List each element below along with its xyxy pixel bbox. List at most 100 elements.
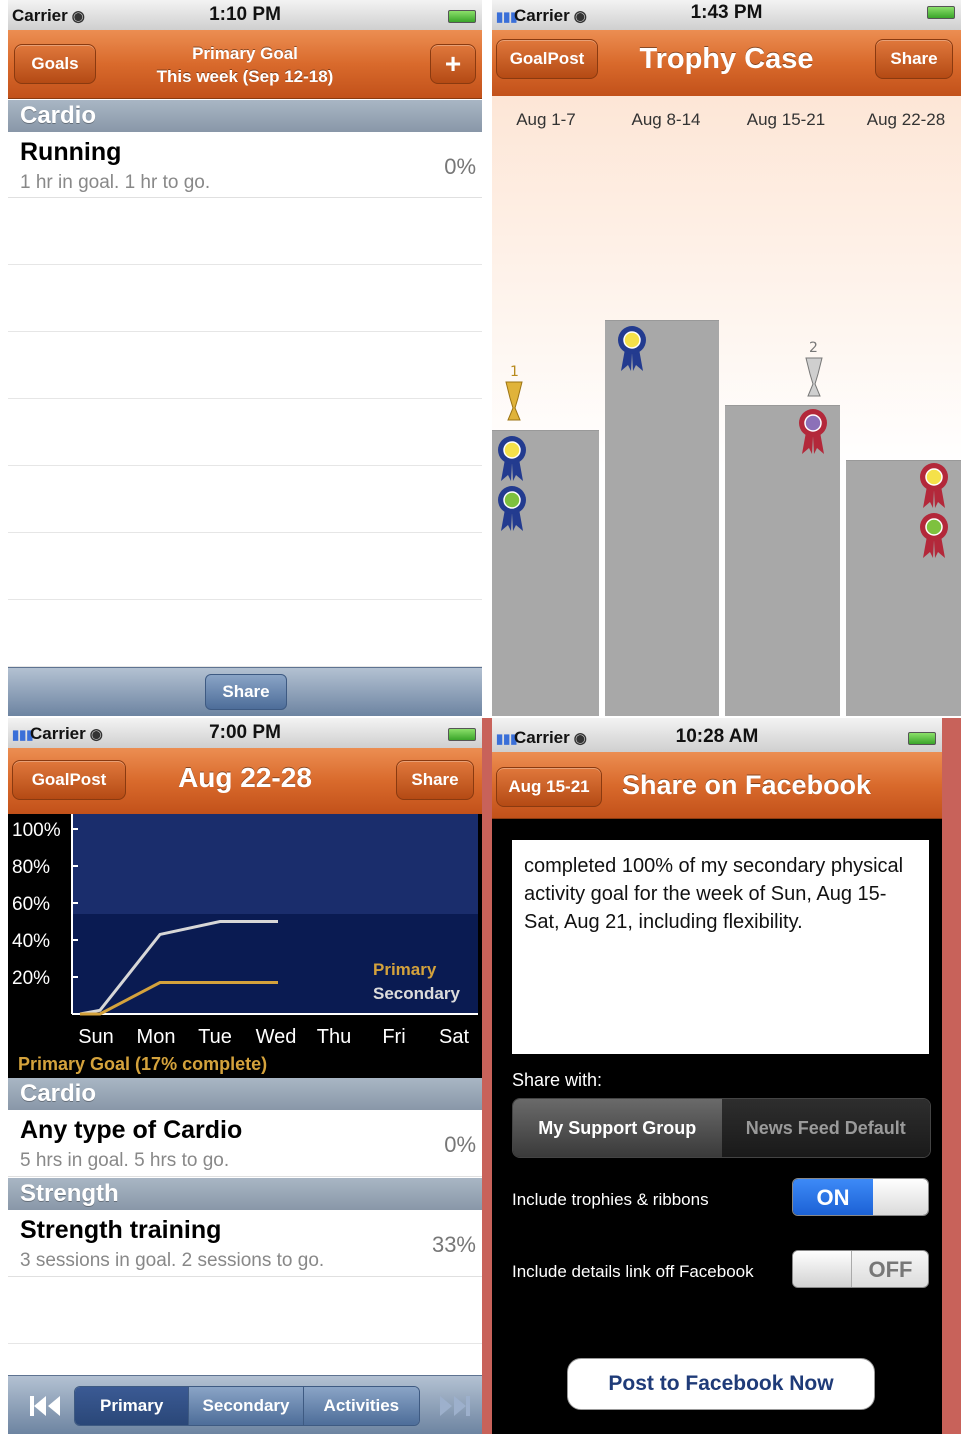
status-bar: Carrier ◉ 1:10 PM	[8, 0, 482, 30]
goal-screen: Carrier ◉ 1:10 PM Goals Primary Goal This…	[8, 0, 482, 716]
status-time: 10:28 AM	[675, 726, 759, 747]
status-time: 7:00 PM	[209, 722, 281, 743]
segment-my-support-group[interactable]: My Support Group	[513, 1099, 722, 1157]
week-back-button[interactable]: Aug 15-21	[496, 767, 602, 807]
share-button[interactable]: Share	[875, 39, 953, 79]
share-button[interactable]: Share	[205, 674, 287, 710]
segment-secondary[interactable]: Secondary	[189, 1387, 304, 1425]
empty-row	[8, 265, 482, 332]
segment-news-feed-default[interactable]: News Feed Default	[721, 1099, 930, 1157]
battery-icon	[927, 6, 955, 19]
x-tick-label: Thu	[317, 1026, 351, 1048]
skip-forward-icon[interactable]	[438, 1394, 472, 1418]
row-subtitle: 3 sessions in goal. 2 sessions to go.	[20, 1250, 325, 1271]
week-label: Aug 1-7	[516, 110, 576, 129]
empty-row	[8, 198, 482, 265]
include-details-label: Include details link off Facebook	[512, 1262, 754, 1281]
goal-row-strength[interactable]: Strength training 3 sessions in goal. 2 …	[8, 1210, 482, 1277]
y-tick-label: 60%	[12, 894, 50, 915]
red-ribbon-icon[interactable]	[798, 408, 828, 456]
segment-activities[interactable]: Activities	[303, 1387, 419, 1425]
row-subtitle: 5 hrs in goal. 5 hrs to go.	[20, 1150, 230, 1171]
toggle-knob	[873, 1179, 928, 1215]
trophy-number: 1	[510, 364, 519, 380]
legend-secondary: Secondary	[373, 984, 460, 1003]
empty-row	[8, 332, 482, 399]
row-title: Strength training	[20, 1216, 222, 1244]
gold-trophy-icon[interactable]: 1	[500, 362, 528, 422]
status-bar: ▮▮▮Carrier ◉ 7:00 PM	[8, 718, 482, 748]
nav-title-line1: Primary Goal	[192, 44, 298, 63]
include-details-toggle[interactable]: OFF	[792, 1250, 929, 1288]
silver-trophy-icon[interactable]: 2	[800, 338, 828, 398]
segment-primary[interactable]: Primary	[75, 1387, 190, 1425]
view-segmented-control: Primary Secondary Activities	[74, 1386, 420, 1426]
facebook-panel: ▮▮▮Carrier ◉ 10:28 AM Aug 15-21 Share on …	[492, 718, 942, 1434]
goal-row-cardio[interactable]: Any type of Cardio 5 hrs in goal. 5 hrs …	[8, 1110, 482, 1177]
nav-bar: GoalPost Aug 22-28 Share	[8, 748, 482, 815]
x-tick-label: Sat	[439, 1026, 469, 1048]
legend-primary: Primary	[373, 960, 437, 979]
share-with-label: Share with:	[512, 1070, 603, 1090]
empty-row	[8, 1277, 482, 1344]
blue-ribbon-icon[interactable]	[497, 485, 527, 533]
add-goal-button[interactable]: +	[430, 44, 476, 84]
status-time: 1:10 PM	[209, 4, 281, 25]
weekly-goal-screen: ▮▮▮Carrier ◉ 7:00 PM GoalPost Aug 22-28 S…	[8, 718, 482, 1434]
share-with-segmented-control: My Support Group News Feed Default	[512, 1098, 931, 1158]
chart-footer: Primary Goal (17% complete)	[18, 1054, 268, 1074]
message-textarea[interactable]: completed 100% of my secondary physical …	[512, 840, 929, 1054]
section-header-cardio: Cardio	[8, 1078, 482, 1110]
row-title: Any type of Cardio	[20, 1116, 243, 1144]
y-tick-label: 80%	[12, 857, 50, 878]
toolbar: Primary Secondary Activities	[8, 1375, 482, 1434]
nav-bar: Goals Primary Goal This week (Sep 12-18)…	[8, 30, 482, 99]
page-title: Share on Facebook	[622, 770, 872, 800]
y-tick-label: 100%	[12, 820, 61, 841]
row-subtitle: 1 hr in goal. 1 hr to go.	[20, 172, 211, 193]
nav-title-line2: This week (Sep 12-18)	[156, 67, 334, 86]
battery-icon	[448, 728, 476, 741]
red-ribbon-icon[interactable]	[919, 512, 949, 560]
week-label: Aug 8-14	[631, 110, 701, 129]
x-tick-label: Wed	[256, 1026, 297, 1048]
share-facebook-screen: ▮▮▮Carrier ◉ 10:28 AM Aug 15-21 Share on …	[482, 718, 961, 1434]
nav-bar: GoalPost Trophy Case Share	[492, 30, 961, 97]
week-label: Aug 22-28	[866, 110, 946, 129]
skip-back-icon[interactable]	[28, 1394, 62, 1418]
battery-icon	[908, 732, 936, 745]
post-to-facebook-button[interactable]: Post to Facebook Now	[567, 1358, 875, 1410]
podium-week-2[interactable]	[605, 320, 719, 716]
share-button[interactable]: Share	[396, 760, 474, 800]
nav-bar: Aug 15-21 Share on Facebook	[492, 752, 942, 819]
battery-icon	[448, 10, 476, 23]
empty-row	[8, 466, 482, 533]
empty-row	[8, 399, 482, 466]
toggle-knob	[793, 1251, 852, 1287]
toolbar: Share	[8, 667, 482, 716]
empty-row	[8, 600, 482, 667]
section-header-strength: Strength	[8, 1178, 482, 1210]
row-percent: 0%	[444, 1132, 476, 1157]
toggle-state: ON	[793, 1179, 873, 1215]
red-ribbon-icon[interactable]	[919, 462, 949, 510]
blue-ribbon-icon[interactable]	[617, 325, 647, 373]
x-tick-label: Fri	[382, 1026, 405, 1048]
x-tick-label: Sun	[78, 1026, 114, 1048]
status-time: 1:43 PM	[690, 2, 763, 23]
row-percent: 0%	[444, 154, 476, 179]
x-tick-label: Mon	[137, 1026, 176, 1048]
week-label: Aug 15-21	[746, 110, 826, 129]
empty-row	[8, 533, 482, 600]
x-tick-label: Tue	[198, 1026, 232, 1048]
include-trophies-label: Include trophies & ribbons	[512, 1190, 709, 1209]
status-bar: ▮▮▮Carrier ◉ 1:43 PM	[492, 0, 961, 30]
progress-chart: 100% 80% 60% 40% 20% Sun Mon Tue Wed Thu Fri Sat	[8, 814, 482, 1078]
blue-ribbon-icon[interactable]	[497, 435, 527, 483]
include-trophies-toggle[interactable]: ON	[792, 1178, 929, 1216]
status-bar: ▮▮▮Carrier ◉ 10:28 AM	[492, 718, 942, 752]
goal-row-running[interactable]: Running 1 hr in goal. 1 hr to go. 0%	[8, 132, 482, 198]
row-percent: 33%	[431, 1232, 476, 1257]
trophy-case-screen: ▮▮▮Carrier ◉ 1:43 PM GoalPost Trophy Case…	[492, 0, 961, 716]
toggle-state: OFF	[868, 1257, 913, 1282]
